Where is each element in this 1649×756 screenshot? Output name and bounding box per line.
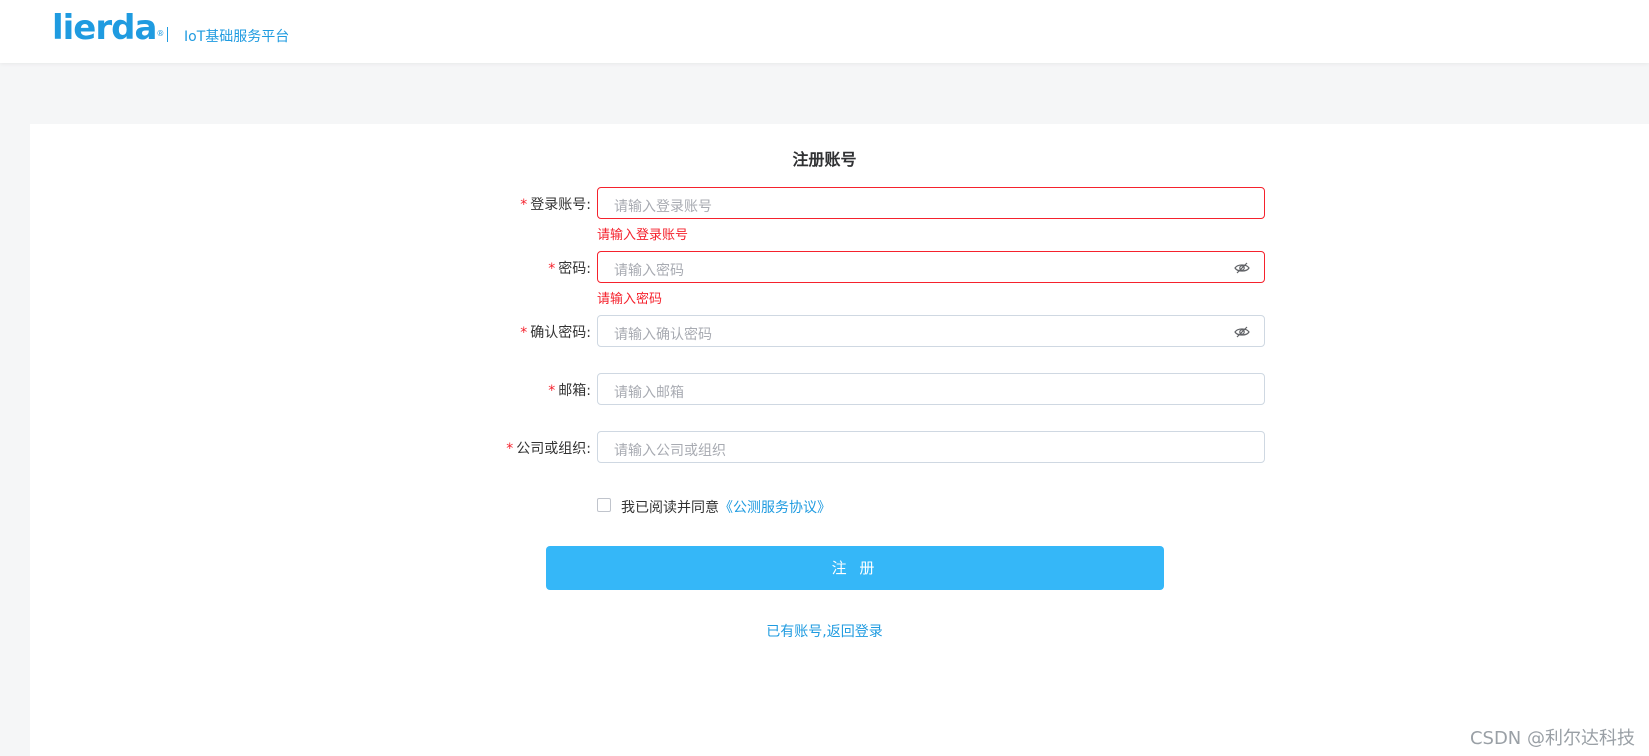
password-error: 请输入密码 — [597, 292, 663, 307]
agree-text: 我已阅读并同意《公测服务协议》 — [621, 500, 831, 516]
confirm-password-label: * 确认密码: — [520, 325, 591, 341]
email-input[interactable]: 请输入邮箱 — [597, 373, 1265, 405]
agree-checkbox[interactable] — [597, 498, 611, 512]
service-agreement-link[interactable]: 《公测服务协议》 — [719, 500, 831, 516]
header-divider — [167, 27, 168, 42]
login-account-label: * 登录账号: — [520, 197, 591, 213]
company-input[interactable]: 请输入公司或组织 — [597, 431, 1265, 463]
confirm-password-input[interactable]: 请输入确认密码 — [597, 315, 1265, 347]
company-label: * 公司或组织: — [506, 441, 591, 457]
password-input[interactable]: 请输入密码 — [597, 251, 1265, 283]
logo-registered-mark: ® — [156, 29, 164, 38]
eye-off-icon[interactable] — [1234, 260, 1250, 276]
required-mark: * — [520, 325, 528, 341]
required-mark: * — [548, 383, 556, 399]
required-mark: * — [520, 197, 528, 213]
email-placeholder: 请输入邮箱 — [614, 385, 684, 401]
back-to-login-link[interactable]: 已有账号,返回登录 — [0, 621, 1649, 641]
login-account-placeholder: 请输入登录账号 — [614, 199, 712, 215]
platform-name: IoT基础服务平台 — [184, 29, 290, 45]
login-account-error: 请输入登录账号 — [597, 228, 689, 243]
login-account-input[interactable]: 请输入登录账号 — [597, 187, 1265, 219]
eye-off-icon[interactable] — [1234, 324, 1250, 340]
password-placeholder: 请输入密码 — [614, 263, 684, 279]
form-title: 注册账号 — [792, 150, 857, 169]
password-label: * 密码: — [548, 261, 591, 277]
company-placeholder: 请输入公司或组织 — [614, 443, 726, 459]
register-button[interactable]: 注 册 — [546, 546, 1164, 590]
required-mark: * — [548, 261, 556, 277]
watermark: CSDN @利尔达科技 — [1469, 728, 1635, 749]
logo-text: lierda — [52, 8, 157, 48]
top-header: lierda® IoT基础服务平台 — [0, 0, 1649, 63]
lierda-logo[interactable]: lierda® — [52, 8, 164, 48]
confirm-password-placeholder: 请输入确认密码 — [614, 327, 712, 343]
email-label: * 邮箱: — [548, 383, 591, 399]
required-mark: * — [506, 441, 514, 457]
